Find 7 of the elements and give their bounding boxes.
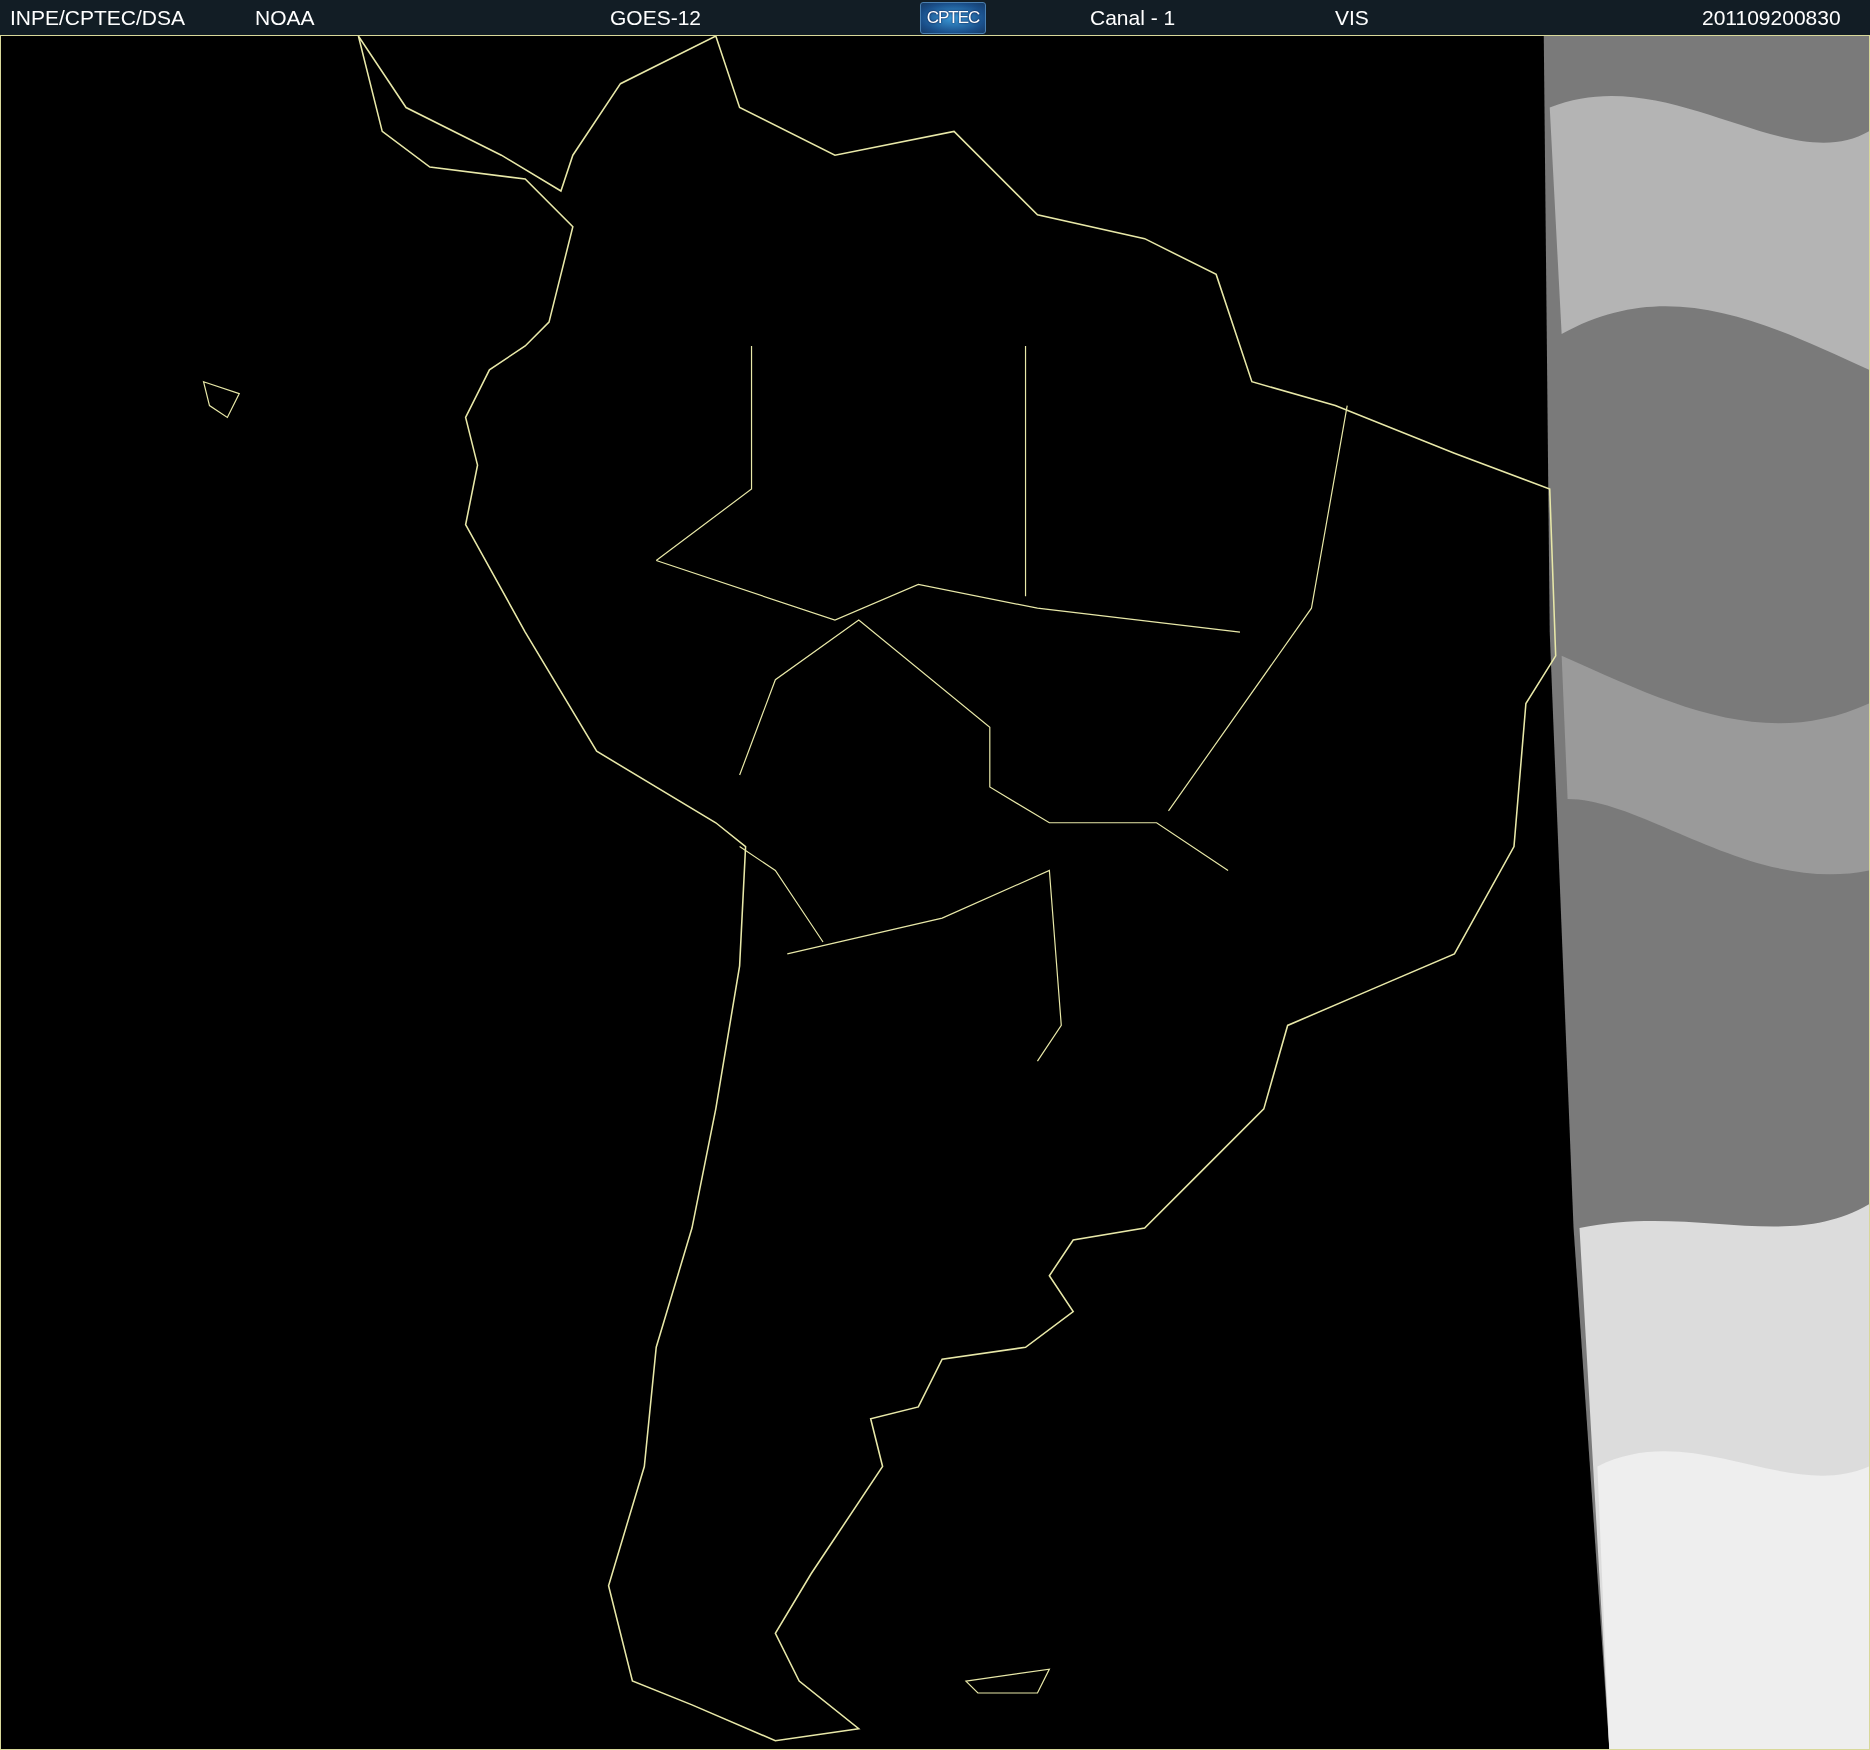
header-label: Canal - 1 (1089, 5, 1177, 30)
cptec-logo: CPTEC (920, 1, 986, 34)
header-label: NOAA (254, 5, 316, 30)
header-label: INPE/CPTEC/DSA (9, 5, 187, 30)
header-label: GOES-12 (609, 5, 703, 30)
header-label: VIS (1334, 5, 1370, 30)
header-label: 201109200830 (1701, 5, 1842, 30)
